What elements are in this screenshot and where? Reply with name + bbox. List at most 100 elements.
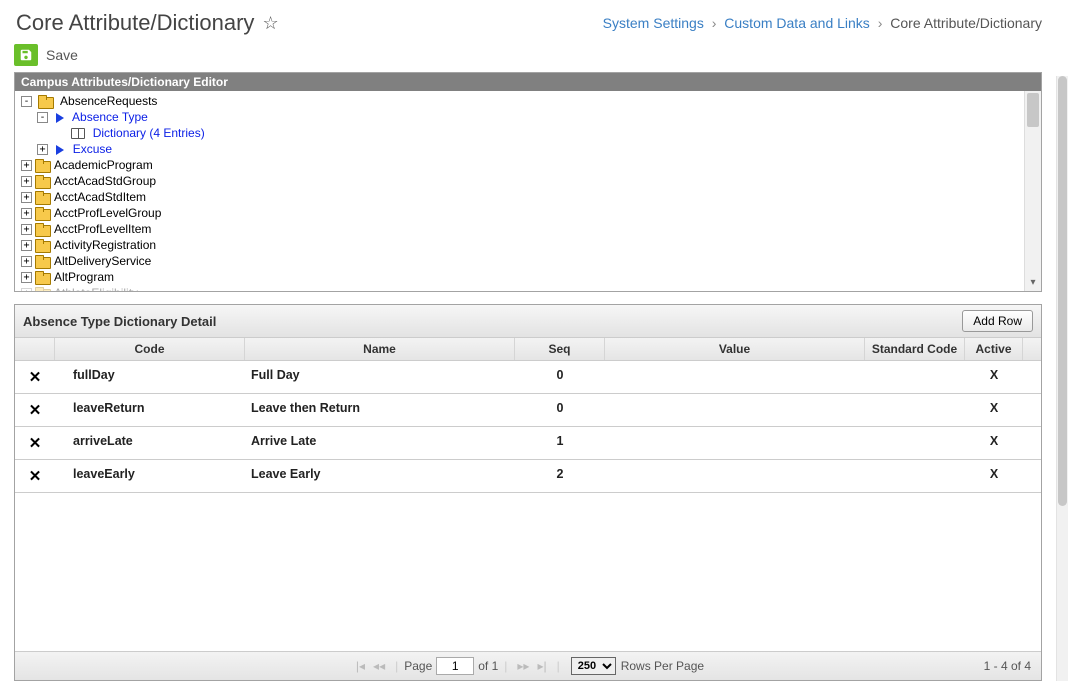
cell-name[interactable]: Arrive Late xyxy=(245,427,515,459)
pager-first-icon[interactable]: |◂ xyxy=(352,659,369,673)
folder-icon xyxy=(35,287,51,291)
cell-code[interactable]: leaveEarly xyxy=(55,460,245,492)
scrollbar-thumb[interactable] xyxy=(1027,93,1039,127)
delete-row-icon[interactable]: ✕ xyxy=(29,467,42,485)
chevron-right-icon: › xyxy=(874,15,887,31)
delete-row-icon[interactable]: ✕ xyxy=(29,401,42,419)
breadcrumb-custom-data[interactable]: Custom Data and Links xyxy=(724,15,870,31)
cell-code[interactable]: arriveLate xyxy=(55,427,245,459)
cell-name[interactable]: Leave Early xyxy=(245,460,515,492)
table-row[interactable]: ✕ leaveReturn Leave then Return 0 X xyxy=(15,394,1041,427)
cell-name[interactable]: Full Day xyxy=(245,361,515,393)
tree-node[interactable]: AcctAcadStdGroup xyxy=(54,174,156,188)
pager-next-icon[interactable]: ▸▸ xyxy=(513,659,533,673)
cell-seq[interactable]: 2 xyxy=(515,460,605,492)
tree-expand-toggle[interactable]: + xyxy=(21,288,32,291)
tree-node-absence-type[interactable]: Absence Type xyxy=(72,110,148,124)
tree-node[interactable]: AcademicProgram xyxy=(54,158,153,172)
folder-icon xyxy=(35,159,51,172)
breadcrumb-system-settings[interactable]: System Settings xyxy=(603,15,704,31)
tree-expand-toggle[interactable]: + xyxy=(37,144,48,155)
tree-node[interactable]: AthleteEligibility xyxy=(54,286,138,291)
save-button[interactable] xyxy=(14,44,38,66)
pager-page-input[interactable] xyxy=(436,657,474,675)
cell-active[interactable]: X xyxy=(965,427,1023,459)
page-scrollbar[interactable] xyxy=(1056,76,1068,681)
table-row[interactable]: ✕ leaveEarly Leave Early 2 X xyxy=(15,460,1041,493)
cell-seq[interactable]: 0 xyxy=(515,394,605,426)
record-count: 1 - 4 of 4 xyxy=(984,659,1031,673)
tree-node[interactable]: AcctProfLevelItem xyxy=(54,222,151,236)
folder-icon xyxy=(35,175,51,188)
attribute-tree[interactable]: - AbsenceRequests - Absence Type xyxy=(15,91,1024,291)
breadcrumb-current: Core Attribute/Dictionary xyxy=(890,15,1042,31)
tree-expand-toggle[interactable]: + xyxy=(21,224,32,235)
col-header-code[interactable]: Code xyxy=(55,338,245,360)
table-row[interactable]: ✕ fullDay Full Day 0 X xyxy=(15,361,1041,394)
table-row[interactable]: ✕ arriveLate Arrive Late 1 X xyxy=(15,427,1041,460)
cell-value[interactable] xyxy=(605,361,865,393)
folder-icon xyxy=(38,95,54,108)
col-header-name[interactable]: Name xyxy=(245,338,515,360)
tree-node[interactable]: AltDeliveryService xyxy=(54,254,151,268)
col-header-seq[interactable]: Seq xyxy=(515,338,605,360)
pager-of-label: of 1 xyxy=(478,659,498,673)
tree-expand-toggle[interactable]: + xyxy=(21,272,32,283)
delete-row-icon[interactable]: ✕ xyxy=(29,434,42,452)
breadcrumb: System Settings › Custom Data and Links … xyxy=(603,15,1042,31)
tree-node[interactable]: ActivityRegistration xyxy=(54,238,156,252)
tree-node[interactable]: AcctProfLevelGroup xyxy=(54,206,161,220)
cell-value[interactable] xyxy=(605,427,865,459)
pager-last-icon[interactable]: ▸| xyxy=(533,659,550,673)
cell-active[interactable]: X xyxy=(965,361,1023,393)
cell-active[interactable]: X xyxy=(965,394,1023,426)
tree-expand-toggle[interactable]: + xyxy=(21,240,32,251)
folder-icon xyxy=(35,207,51,220)
add-row-button[interactable]: Add Row xyxy=(962,310,1033,332)
cell-name[interactable]: Leave then Return xyxy=(245,394,515,426)
cell-seq[interactable]: 0 xyxy=(515,361,605,393)
scroll-down-icon[interactable]: ▾ xyxy=(1025,275,1041,289)
cell-standard-code[interactable] xyxy=(865,427,965,459)
grid-body[interactable]: ✕ fullDay Full Day 0 X ✕ leaveReturn Lea… xyxy=(15,361,1041,651)
cell-standard-code[interactable] xyxy=(865,394,965,426)
rows-per-page-select[interactable]: 250 xyxy=(571,657,616,675)
cell-code[interactable]: fullDay xyxy=(55,361,245,393)
tree-expand-toggle[interactable]: + xyxy=(21,160,32,171)
tree-node-dictionary[interactable]: Dictionary (4 Entries) xyxy=(93,126,205,140)
folder-icon xyxy=(35,255,51,268)
favorite-star-icon[interactable]: ☆ xyxy=(262,13,278,34)
cell-seq[interactable]: 1 xyxy=(515,427,605,459)
col-header-standard-code[interactable]: Standard Code xyxy=(865,338,965,360)
tree-node[interactable]: AcctAcadStdItem xyxy=(54,190,146,204)
tree-expand-toggle[interactable]: + xyxy=(21,192,32,203)
grid-header-row: Code Name Seq Value Standard Code Active xyxy=(15,338,1041,361)
tree-panel-header: Campus Attributes/Dictionary Editor xyxy=(15,73,1041,91)
cell-standard-code[interactable] xyxy=(865,361,965,393)
detail-title: Absence Type Dictionary Detail xyxy=(23,314,216,329)
tree-collapse-toggle[interactable]: - xyxy=(37,112,48,123)
tree-node-excuse[interactable]: Excuse xyxy=(73,142,112,156)
cell-value[interactable] xyxy=(605,460,865,492)
tree-expand-toggle[interactable]: + xyxy=(21,176,32,187)
tree-node[interactable]: AltProgram xyxy=(54,270,114,284)
cell-value[interactable] xyxy=(605,394,865,426)
delete-row-icon[interactable]: ✕ xyxy=(29,368,42,386)
tree-node-absencerequests[interactable]: AbsenceRequests xyxy=(60,94,157,108)
folder-icon xyxy=(35,223,51,236)
folder-icon xyxy=(35,191,51,204)
tree-scrollbar[interactable]: ▾ xyxy=(1024,91,1041,291)
cell-standard-code[interactable] xyxy=(865,460,965,492)
col-header-active[interactable]: Active xyxy=(965,338,1023,360)
tree-expand-toggle[interactable]: + xyxy=(21,256,32,267)
scrollbar-thumb[interactable] xyxy=(1058,76,1067,506)
col-header-value[interactable]: Value xyxy=(605,338,865,360)
pager-page-label: Page xyxy=(404,659,432,673)
cell-code[interactable]: leaveReturn xyxy=(55,394,245,426)
save-label: Save xyxy=(46,47,78,63)
cell-active[interactable]: X xyxy=(965,460,1023,492)
tree-collapse-toggle[interactable]: - xyxy=(21,96,32,107)
tree-expand-toggle[interactable]: + xyxy=(21,208,32,219)
pager: |◂ ◂◂ | Page of 1 | ▸▸ ▸| | 250 Rows Per… xyxy=(15,651,1041,680)
pager-prev-icon[interactable]: ◂◂ xyxy=(369,659,389,673)
